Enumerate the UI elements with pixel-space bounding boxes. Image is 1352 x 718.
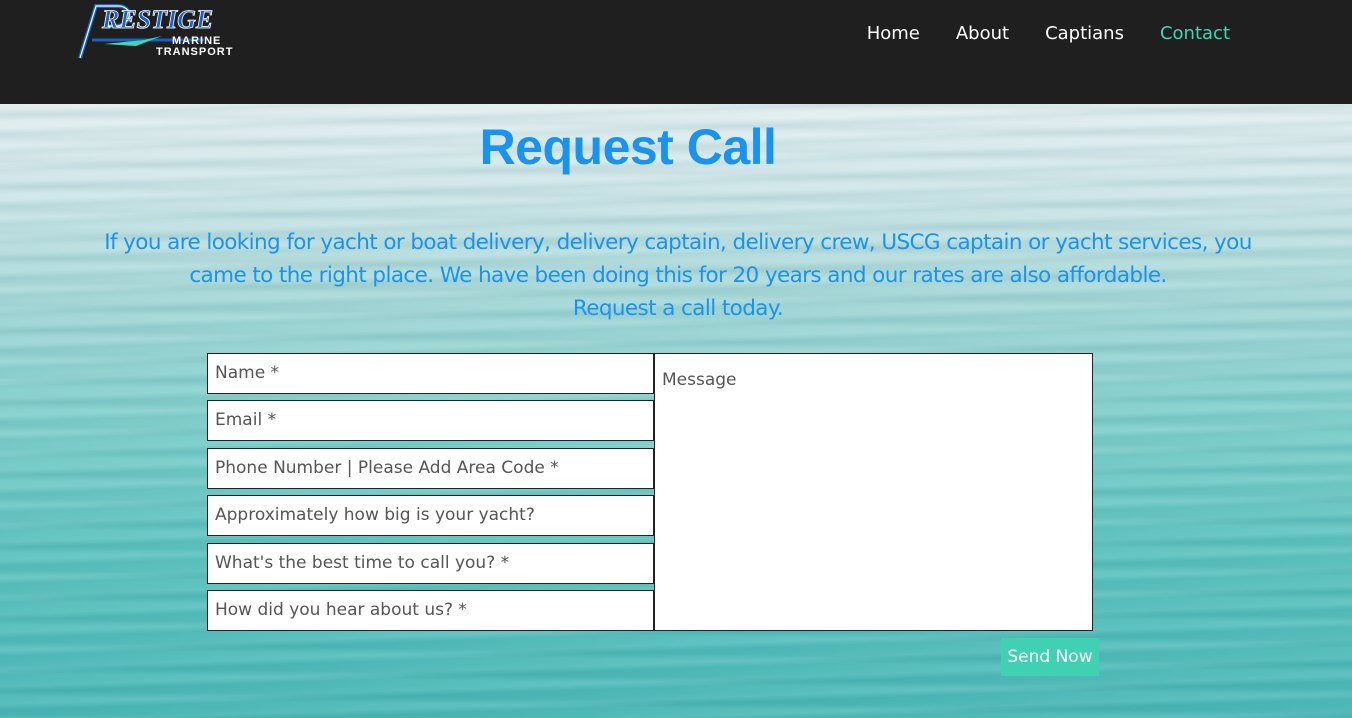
- site-header: RESTIGE MARINE TRANSPORT Home About Capt…: [0, 0, 1352, 104]
- request-call-form: Name * Email * Phone Number | Please Add…: [207, 353, 1093, 631]
- message-field[interactable]: Message: [654, 353, 1093, 631]
- nav-captains[interactable]: Captians: [1027, 22, 1142, 46]
- logo-image: RESTIGE MARINE TRANSPORT: [78, 4, 233, 59]
- page-title: Request Call: [479, 119, 777, 175]
- prestige-logo[interactable]: RESTIGE MARINE TRANSPORT: [74, 0, 264, 62]
- intro-text: If you are looking for yacht or boat del…: [60, 226, 1296, 325]
- nav-contact[interactable]: Contact: [1142, 22, 1248, 46]
- intro-line-1: If you are looking for yacht or boat del…: [104, 230, 1252, 255]
- phone-field[interactable]: Phone Number | Please Add Area Code *: [207, 448, 654, 489]
- nav-about[interactable]: About: [938, 22, 1027, 46]
- nav-home[interactable]: Home: [849, 22, 938, 46]
- send-now-button[interactable]: Send Now: [1001, 638, 1099, 676]
- main-nav: Home About Captians Contact: [849, 22, 1248, 46]
- referral-source-field[interactable]: How did you hear about us? *: [207, 590, 654, 631]
- name-field[interactable]: Name *: [207, 353, 654, 394]
- best-time-field[interactable]: What's the best time to call you? *: [207, 543, 654, 584]
- logo-line3: TRANSPORT: [156, 46, 233, 58]
- yacht-size-field[interactable]: Approximately how big is your yacht?: [207, 495, 654, 536]
- intro-line-3: Request a call today.: [572, 296, 784, 321]
- intro-line-2: came to the right place. We have been do…: [189, 263, 1167, 288]
- logo-word: RESTIGE: [101, 5, 213, 34]
- email-field[interactable]: Email *: [207, 400, 654, 441]
